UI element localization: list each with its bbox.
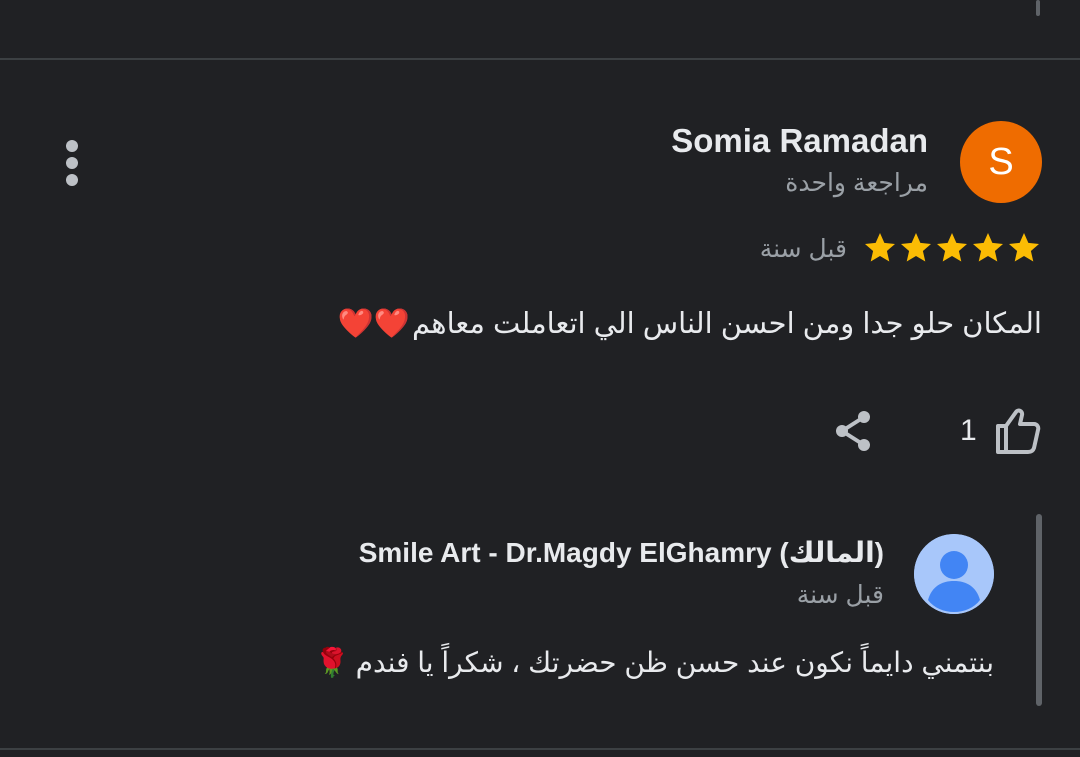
star-icon (1009, 233, 1039, 262)
reviewer-avatar[interactable]: S (960, 121, 1042, 203)
star-icon (865, 233, 895, 262)
scroll-indicator (1036, 0, 1040, 16)
more-options-icon[interactable] (60, 140, 84, 186)
heart-emoji: ❤️❤️ (337, 308, 410, 340)
review-body: المكان حلو جدا ومن احسن الناس الي اتعامل… (412, 308, 1042, 340)
owner-reply-text: بنتمني دايماً نكون عند حسن ظن حضرتك ، شك… (315, 646, 994, 679)
divider-bottom (0, 748, 1080, 750)
star-icon (973, 233, 1003, 262)
star-icon (937, 233, 967, 262)
review-text: المكان حلو جدا ومن احسن الناس الي اتعامل… (338, 306, 1042, 341)
review-time: قبل سنة (759, 235, 847, 263)
review-page: Somia Ramadan مراجعة واحدة S قبل سنة الم… (0, 0, 1080, 757)
reviewer-name[interactable]: Somia Ramadan (671, 122, 928, 160)
owner-reply-time: قبل سنة (796, 581, 884, 609)
star-rating (862, 230, 1042, 266)
owner-reply-body: بنتمني دايماً نكون عند حسن ظن حضرتك ، شك… (355, 647, 994, 678)
rose-emoji: 🌹 (314, 647, 350, 678)
divider-top (0, 58, 1080, 60)
owner-name: Smile Art - Dr.Magdy ElGhamry (المالك) (358, 537, 884, 568)
reply-indent-bar (1036, 514, 1042, 706)
star-icon (901, 233, 931, 262)
thumb-up-icon[interactable] (990, 404, 1044, 458)
like-count: 1 (960, 414, 977, 447)
share-icon[interactable] (828, 405, 880, 457)
reviewer-review-count: مراجعة واحدة (785, 169, 928, 197)
person-avatar-icon[interactable] (914, 534, 994, 614)
